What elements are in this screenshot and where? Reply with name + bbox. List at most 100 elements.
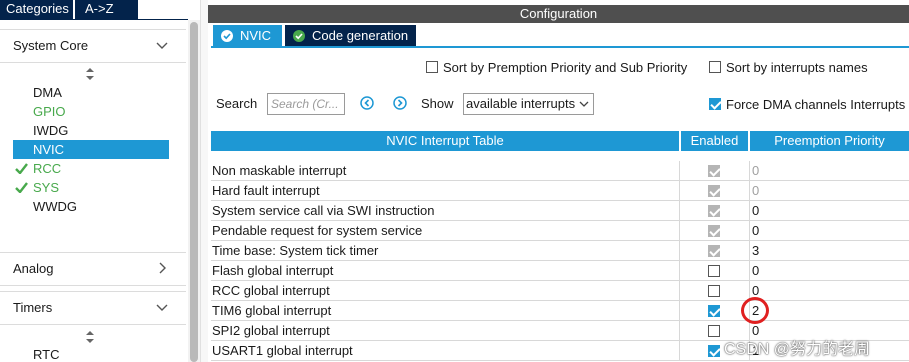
check-circle-icon [221,30,233,42]
table-row[interactable]: Non maskable interrupt 0 [211,161,909,181]
chevron-down-icon [156,42,168,49]
group-timers-label: Timers [13,300,53,315]
tab-categories[interactable]: Categories [0,0,73,19]
cell-divider [749,161,750,181]
sidebar-item-label: SYS [33,180,60,195]
priority-value: 0 [752,163,760,178]
sidebar-item-nvic[interactable]: NVIC [13,140,169,159]
priority-value[interactable]: 3 [752,243,759,258]
previous-icon[interactable] [360,96,374,110]
enabled-checkbox [708,245,720,257]
panel-splitter[interactable] [200,0,208,362]
table-row[interactable]: RCC global interrupt 0 [211,281,909,301]
priority-value[interactable]: 0 [752,223,759,238]
table-row[interactable]: TIM6 global interrupt 2 [211,301,909,321]
interrupt-name: USART1 global interrupt [212,343,353,358]
tab-nvic[interactable]: NVIC [213,25,282,47]
tab-code-generation[interactable]: Code generation [285,25,416,47]
interrupt-name: RCC global interrupt [212,283,330,298]
header-preemption-priority[interactable]: Preemption Priority [750,131,909,151]
show-select-value: available interrupts [466,96,576,111]
sort-arrows-icon[interactable] [85,331,95,343]
watermark: CSDN @努力的老周 [724,341,871,358]
check-icon [15,163,28,174]
sidebar-item-rcc[interactable]: RCC [13,159,169,178]
sort-arrows-icon[interactable] [85,68,95,80]
cell-divider [679,221,680,241]
sidebar-item-rtc[interactable]: RTC [13,345,169,362]
group-system-core[interactable]: System Core [0,29,186,63]
sidebar-item-label: DMA [33,85,62,100]
check-circle-icon [293,30,305,42]
enabled-checkbox[interactable] [708,265,720,277]
enabled-checkbox [708,225,720,237]
table-row[interactable]: System service call via SWI instruction … [211,201,909,221]
priority-value[interactable]: 0 [752,283,759,298]
sort-names-label: Sort by interrupts names [726,60,868,75]
search-input[interactable] [267,93,345,115]
cell-divider [749,221,750,241]
cell-divider [679,261,680,281]
cell-divider [679,201,680,221]
sidebar-item-dma[interactable]: DMA [13,83,169,102]
sidebar-item-label: IWDG [33,123,69,138]
group-system-core-label: System Core [13,38,89,53]
sort-priority-checkbox[interactable] [426,61,438,73]
tab-underline [211,46,909,48]
table-row[interactable]: Flash global interrupt 0 [211,261,909,281]
sidebar-item-label: RTC [33,347,60,362]
sidebar-item-label: NVIC [33,142,65,157]
header-interrupt-table[interactable]: NVIC Interrupt Table [211,131,679,151]
sidebar-item-label: RCC [33,161,62,176]
group-analog[interactable]: Analog [0,252,186,286]
cell-divider [749,181,750,201]
sidebar-item-sys[interactable]: SYS [13,178,169,197]
sidebar-item-wwdg[interactable]: WWDG [13,197,169,216]
table-row[interactable]: Time base: System tick timer 3 [211,241,909,261]
cell-divider [679,281,680,301]
priority-value[interactable]: 0 [752,203,759,218]
sidebar: Categories A->Z System Core DMA GPIO IWD… [0,0,200,362]
cell-divider [679,301,680,321]
cell-divider [679,241,680,261]
tab-label: Code generation [312,28,409,43]
priority-value[interactable]: 0 [752,263,759,278]
enabled-checkbox[interactable] [708,305,720,317]
cell-divider [749,201,750,221]
group-timers[interactable]: Timers [0,291,186,325]
chevron-down-icon [156,304,168,311]
force-dma-label: Force DMA channels Interrupts [726,97,906,112]
enabled-checkbox [708,205,720,217]
enabled-checkbox[interactable] [708,285,720,297]
show-select[interactable]: available interrupts [463,93,594,115]
cell-divider [679,321,680,341]
check-icon [15,182,28,193]
show-label: Show [421,96,454,111]
category-tab-underline [0,19,188,20]
sidebar-item-iwdg[interactable]: IWDG [13,121,169,140]
enabled-checkbox [708,165,720,177]
header-enabled[interactable]: Enabled [681,131,748,151]
interrupt-name: Pendable request for system service [212,223,423,238]
sort-priority-label: Sort by Premption Priority and Sub Prior… [443,60,688,75]
next-icon[interactable] [393,96,407,110]
interrupt-name: System service call via SWI instruction [212,203,435,218]
sort-names-checkbox[interactable] [709,61,721,73]
enabled-checkbox[interactable] [708,345,720,357]
cell-divider [679,341,680,361]
enabled-checkbox [708,185,720,197]
table-row[interactable]: Hard fault interrupt 0 [211,181,909,201]
force-dma-checkbox[interactable] [709,98,721,110]
enabled-checkbox[interactable] [708,325,720,337]
sidebar-item-gpio[interactable]: GPIO [13,102,169,121]
search-label: Search [216,96,258,111]
tab-a-z[interactable]: A->Z [75,0,138,19]
sidebar-scrollbar-thumb[interactable] [190,22,198,362]
chevron-right-icon [159,262,166,274]
interrupt-name: SPI2 global interrupt [212,323,330,338]
group-analog-label: Analog [13,261,54,276]
cell-divider [679,181,680,201]
table-row[interactable]: Pendable request for system service 0 [211,221,909,241]
config-tabbar: NVIC Code generation [208,23,909,48]
interrupt-name: Non maskable interrupt [212,163,347,178]
